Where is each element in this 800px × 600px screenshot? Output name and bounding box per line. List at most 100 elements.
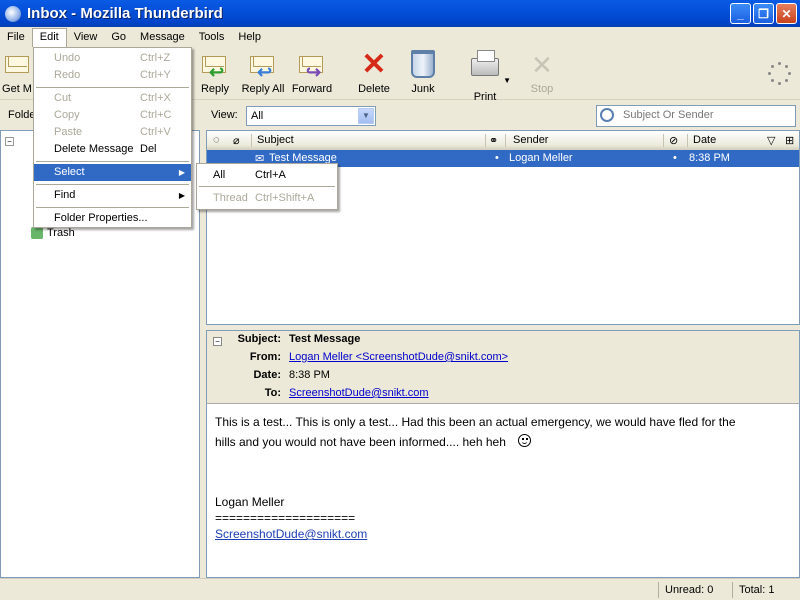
submenu-arrow-icon: ▶ bbox=[178, 191, 185, 200]
signature-email-link[interactable]: ScreenshotDude@snikt.com bbox=[215, 527, 367, 541]
delete-button[interactable]: ✕ Delete bbox=[354, 50, 394, 98]
body-line-2: hills and you would not have been inform… bbox=[215, 435, 506, 449]
menu-separator bbox=[199, 186, 335, 187]
menu-item-find[interactable]: Find ▶ bbox=[34, 187, 191, 204]
tree-collapse-icon[interactable]: − bbox=[5, 137, 14, 146]
to-label: To: bbox=[264, 387, 281, 399]
sort-descending-icon: ▽ bbox=[767, 135, 776, 147]
view-select[interactable]: All ▼ bbox=[246, 106, 376, 126]
get-mail-icon bbox=[2, 50, 34, 80]
body-line-1: This is a test... This is only a test...… bbox=[215, 415, 736, 429]
print-icon: ▼ bbox=[469, 50, 511, 88]
menu-file[interactable]: File bbox=[0, 28, 32, 47]
reply-all-button[interactable]: ↩ Reply All bbox=[240, 50, 286, 98]
view-bar: View: All ▼ Subject Or Sender bbox=[206, 101, 800, 129]
menu-item-undo[interactable]: Undo Ctrl+Z bbox=[34, 50, 191, 67]
thread-column-icon[interactable]: ◌ bbox=[213, 134, 220, 146]
menu-item-redo[interactable]: Redo Ctrl+Y bbox=[34, 67, 191, 84]
menu-item-delete-message[interactable]: Delete Message Del bbox=[34, 141, 191, 158]
edit-menu-dropdown: Undo Ctrl+Z Redo Ctrl+Y Cut Ctrl+X Copy … bbox=[33, 47, 192, 228]
minimize-button[interactable]: _ bbox=[730, 3, 751, 24]
stop-icon: ✕ bbox=[531, 50, 553, 80]
menu-item-paste[interactable]: Paste Ctrl+V bbox=[34, 124, 191, 141]
folder-item-trash[interactable]: Trash bbox=[31, 227, 75, 240]
forward-button[interactable]: ↪ Forward bbox=[290, 50, 334, 98]
stop-label: Stop bbox=[530, 83, 554, 95]
view-selected-value: All bbox=[251, 110, 264, 122]
menu-tools[interactable]: Tools bbox=[192, 28, 232, 47]
throbber-icon bbox=[768, 62, 792, 86]
forward-icon: ↪ bbox=[296, 50, 328, 82]
menu-help[interactable]: Help bbox=[231, 28, 268, 47]
column-header-row: ◌ ⌀ Subject ⚭ Sender ⊘ Date ▽ ⊞ bbox=[207, 131, 799, 150]
view-label: View: bbox=[211, 109, 238, 121]
folder-label-trash: Trash bbox=[47, 227, 75, 239]
close-button[interactable]: ✕ bbox=[776, 3, 797, 24]
thread-pane[interactable]: ◌ ⌀ Subject ⚭ Sender ⊘ Date ▽ ⊞ ✉ Test M… bbox=[206, 130, 800, 325]
reply-button[interactable]: ↩ Reply bbox=[196, 50, 234, 98]
submenu-arrow-icon: ▶ bbox=[178, 168, 185, 177]
reply-label: Reply bbox=[200, 83, 230, 95]
reply-all-label: Reply All bbox=[241, 83, 285, 95]
menu-item-copy[interactable]: Copy Ctrl+C bbox=[34, 107, 191, 124]
chevron-down-icon[interactable]: ▼ bbox=[358, 108, 374, 124]
search-input[interactable]: Subject Or Sender bbox=[596, 105, 796, 127]
smiley-icon bbox=[517, 434, 531, 447]
column-picker-icon[interactable]: ⊞ bbox=[785, 134, 794, 147]
status-bar: Unread: 0 Total: 1 bbox=[0, 578, 800, 600]
stop-button[interactable]: ✕ Stop bbox=[526, 50, 558, 98]
junk-status-column-icon[interactable]: ⚭ bbox=[489, 134, 498, 147]
delete-label: Delete bbox=[358, 83, 390, 95]
search-icon[interactable] bbox=[600, 108, 614, 122]
column-subject[interactable]: Subject bbox=[257, 134, 294, 146]
junk-dot-icon[interactable]: • bbox=[495, 152, 499, 164]
message-header: − Subject: Test Message From: Logan Mell… bbox=[206, 330, 800, 403]
signature-name: Logan Meller bbox=[215, 495, 285, 509]
menu-separator bbox=[36, 184, 189, 185]
menu-message[interactable]: Message bbox=[133, 28, 192, 47]
junk-icon bbox=[407, 50, 439, 80]
menu-edit[interactable]: Edit bbox=[31, 28, 67, 47]
print-dropdown-icon[interactable]: ▼ bbox=[503, 76, 511, 85]
delete-icon: ✕ bbox=[361, 48, 387, 81]
to-link[interactable]: ScreenshotDude@snikt.com bbox=[289, 387, 429, 399]
subject-label: Subject: bbox=[237, 333, 281, 345]
print-button[interactable]: ▼ Print bbox=[468, 50, 511, 103]
date-label: Date: bbox=[253, 369, 281, 381]
menu-go[interactable]: Go bbox=[104, 28, 133, 47]
message-body[interactable]: This is a test... This is only a test...… bbox=[206, 403, 800, 578]
thunderbird-app-icon bbox=[5, 5, 21, 22]
get-mail-button[interactable]: Get M bbox=[2, 50, 32, 98]
read-dot-icon[interactable]: • bbox=[673, 152, 677, 164]
search-placeholder: Subject Or Sender bbox=[623, 109, 714, 121]
attachment-column-icon[interactable]: ⌀ bbox=[233, 134, 240, 147]
menu-separator bbox=[36, 87, 189, 88]
maximize-button[interactable]: ❐ bbox=[753, 3, 774, 24]
from-link[interactable]: Logan Meller <ScreenshotDude@snikt.com> bbox=[289, 351, 508, 363]
menu-item-cut[interactable]: Cut Ctrl+X bbox=[34, 90, 191, 107]
window-controls: _ ❐ ✕ bbox=[730, 3, 797, 24]
forward-label: Forward bbox=[291, 83, 333, 95]
signature-rule: ==================== bbox=[215, 511, 356, 525]
from-label: From: bbox=[249, 351, 281, 363]
date-value: 8:38 PM bbox=[289, 369, 330, 381]
submenu-item-thread[interactable]: Thread Ctrl+Shift+A bbox=[197, 190, 337, 207]
column-sender[interactable]: Sender bbox=[513, 134, 548, 146]
menu-bar: File Edit View Go Message Tools Help bbox=[0, 27, 800, 48]
menu-item-folder-properties[interactable]: Folder Properties... bbox=[34, 210, 191, 227]
title-bar: Inbox - Mozilla Thunderbird _ ❐ ✕ bbox=[0, 0, 800, 27]
read-status-column-icon[interactable]: ⊘ bbox=[669, 134, 678, 147]
menu-view[interactable]: View bbox=[67, 28, 105, 47]
menu-separator bbox=[36, 207, 189, 208]
submenu-item-all[interactable]: All Ctrl+A bbox=[197, 167, 337, 184]
reply-icon: ↩ bbox=[199, 50, 231, 82]
message-sender: Logan Meller bbox=[509, 152, 573, 164]
trash-icon bbox=[31, 227, 43, 240]
menu-item-select[interactable]: Select ▶ bbox=[34, 164, 191, 181]
junk-button[interactable]: Junk bbox=[406, 50, 440, 98]
subject-value: Test Message bbox=[289, 333, 361, 345]
reply-all-icon: ↩ bbox=[247, 50, 279, 82]
get-mail-label: Get M bbox=[2, 83, 32, 95]
column-date[interactable]: Date bbox=[693, 134, 716, 146]
menu-separator bbox=[36, 161, 189, 162]
